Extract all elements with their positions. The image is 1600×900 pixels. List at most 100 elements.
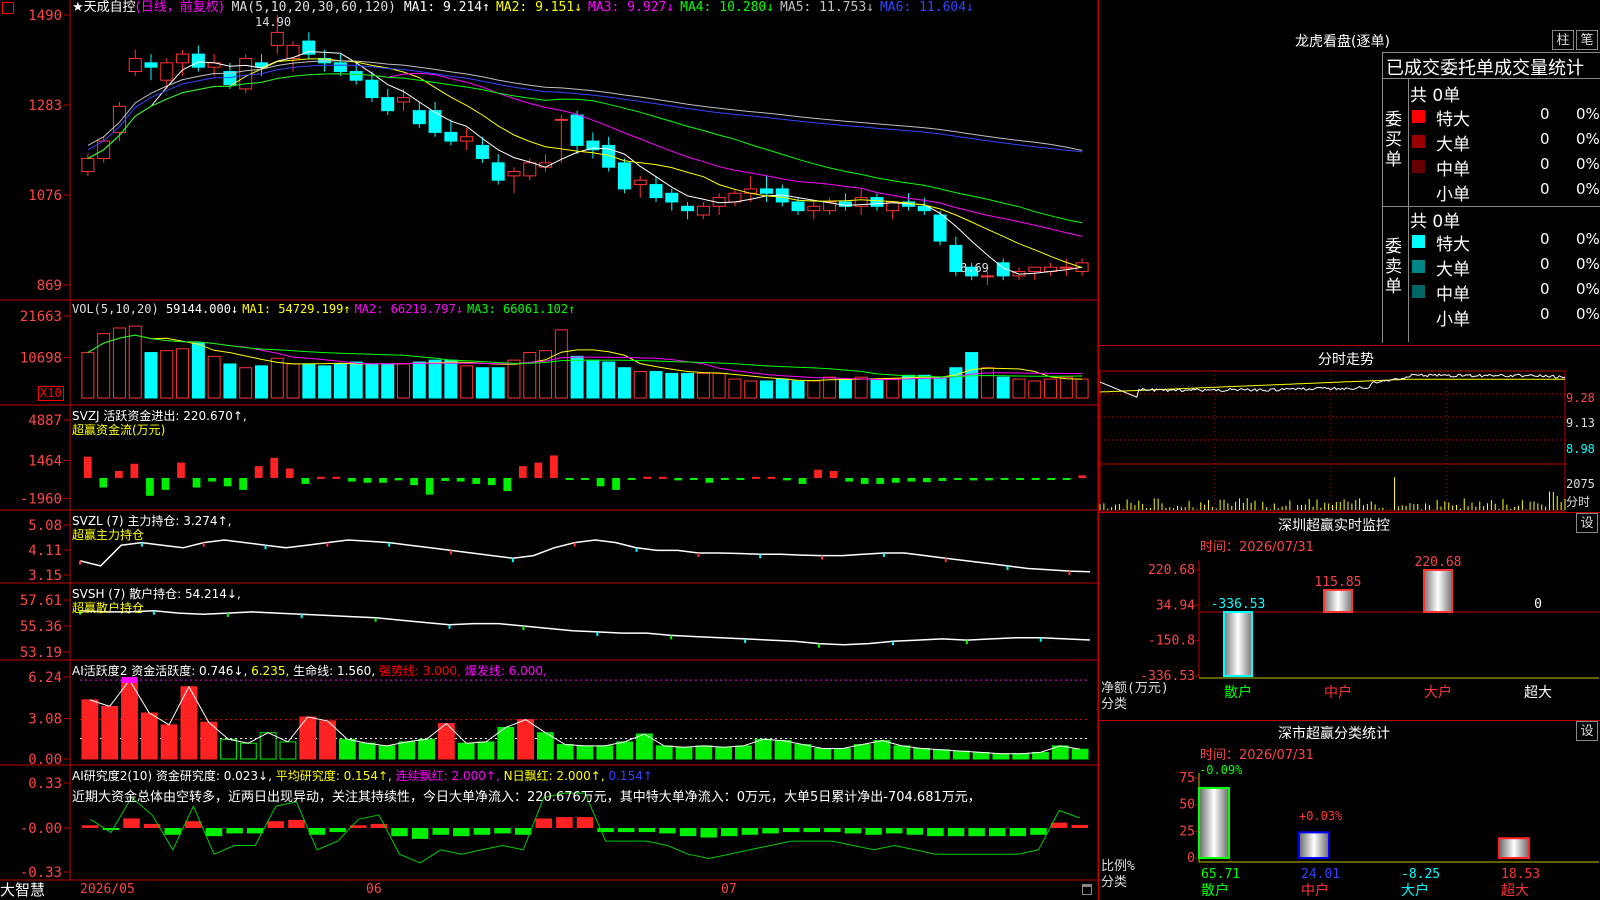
svzj-bar xyxy=(985,478,993,481)
volume-bar xyxy=(1012,378,1026,399)
svzj-bar xyxy=(208,478,216,482)
ai2-bar xyxy=(617,828,635,833)
volume-bar xyxy=(223,363,237,399)
volume-bar xyxy=(81,352,95,399)
sell-row-swatch-0 xyxy=(1412,235,1425,248)
main-chart-area[interactable]: 1490 1283 1076 869 21663 10698 4887 1464 -1960 5.… xyxy=(0,0,1100,900)
classify-change-0: -0.09% xyxy=(1199,763,1243,777)
ai1-bar xyxy=(457,742,475,760)
volume-bar xyxy=(349,361,363,399)
monitor-axis-label2: 分类 xyxy=(1101,697,1127,712)
ai1-tick-0: 6.24 xyxy=(28,670,62,686)
tick-mode-button[interactable]: 笔 xyxy=(1576,30,1598,50)
sell-row-name-0: 特大 xyxy=(1436,235,1470,255)
ai1-line xyxy=(89,679,1081,755)
ai2-bar xyxy=(885,828,903,834)
ai2-bar xyxy=(267,821,285,828)
svzj-bar xyxy=(814,469,822,478)
ai1-bar xyxy=(398,741,416,760)
svzl-line-dot xyxy=(202,542,205,547)
ai2-bar xyxy=(679,828,697,837)
ai1-bar xyxy=(239,742,257,760)
svzl-line-dot xyxy=(1006,565,1009,570)
ai1-v3: 生命线: 1.560, xyxy=(293,664,376,678)
svzl-line-dot xyxy=(573,542,576,547)
ai2-bar xyxy=(659,828,676,834)
svzj-bar xyxy=(798,478,807,484)
svzj-bar xyxy=(581,478,589,480)
monitor-chart[interactable]: 220.6834.94-150.8-336.53净额(万元)分类-336.53散… xyxy=(1099,550,1600,720)
volume-bar xyxy=(870,378,884,399)
svzj-bar xyxy=(829,470,838,478)
svzj-bar xyxy=(891,478,900,483)
svzj-bar xyxy=(1031,478,1040,480)
volume-bar xyxy=(854,376,868,399)
svzj-bar xyxy=(379,478,387,483)
buy-row-name-3: 小单 xyxy=(1436,185,1470,205)
classify-bar-1 xyxy=(1298,831,1330,860)
ai2-bar xyxy=(1030,828,1047,835)
corner-box[interactable] xyxy=(2,2,14,14)
candle-body xyxy=(365,79,379,99)
ai1-bar xyxy=(220,738,237,760)
ai1-bar xyxy=(952,750,970,760)
svzj-bar xyxy=(689,478,698,480)
period-label[interactable]: (日线，前复权) xyxy=(136,0,224,15)
brand-logo[interactable]: 大智慧 xyxy=(0,880,45,900)
svzj-bar xyxy=(907,478,916,482)
svsh-line-dot xyxy=(818,643,821,648)
monitor-bar-2 xyxy=(1423,569,1453,613)
date-label-2: 07 xyxy=(721,882,737,897)
svzj-bar xyxy=(503,478,512,492)
ai2-bar xyxy=(927,828,944,837)
classify-axis-label2: 分类 xyxy=(1101,875,1127,890)
candle-body xyxy=(633,179,647,186)
volume-bar xyxy=(144,352,158,399)
ai1-bar xyxy=(655,745,673,760)
lock-icon[interactable] xyxy=(1082,884,1092,895)
divider xyxy=(1099,512,1600,513)
ai2-bar xyxy=(844,828,862,834)
ai2-bar xyxy=(185,821,202,828)
sell-row-percent-2: 0% xyxy=(1576,280,1600,298)
volume-bar xyxy=(523,352,537,399)
volume-bar xyxy=(1059,376,1073,399)
monitor-settings-button[interactable]: 设 xyxy=(1576,513,1598,533)
ai1-bar xyxy=(992,753,1010,760)
intraday-chart[interactable] xyxy=(1099,370,1600,512)
volume-bar xyxy=(665,372,679,399)
dragon-title: 龙虎看盘(逐单) xyxy=(1295,34,1390,50)
svzj-bar xyxy=(1000,478,1009,480)
svsh-sub: 超赢散户持仓 xyxy=(72,601,145,615)
volume-bar xyxy=(475,367,489,399)
sell-row-percent-3: 0% xyxy=(1576,305,1600,323)
buy-row-percent-3: 0% xyxy=(1576,180,1600,198)
volume-bar xyxy=(254,365,268,399)
volume-bar xyxy=(1044,378,1058,399)
sell-row-name-3: 小单 xyxy=(1436,310,1470,330)
ma-value-6: MA6: 11.604↓ xyxy=(879,0,974,15)
stock-title[interactable]: ★天成自控 xyxy=(72,0,136,15)
ai2-bar xyxy=(246,828,264,834)
classify-chart[interactable]: 75 50 25 0 比例%分类 65.71散户 24.01中户 -8.25大户 18.53超大… xyxy=(1099,758,1600,900)
monitor-value-1: 115.85 xyxy=(1315,575,1362,590)
price-tick-0: 1490 xyxy=(28,8,62,24)
ai1-bars xyxy=(80,677,1090,760)
classify-settings-button[interactable]: 设 xyxy=(1576,721,1598,741)
ai2-bar xyxy=(865,828,882,835)
classify-cat-1: 中户 xyxy=(1301,882,1329,899)
volume-bar xyxy=(570,355,584,399)
ai2-bar xyxy=(556,817,573,828)
svzj-bar xyxy=(938,478,947,481)
ai2-bar xyxy=(473,828,491,835)
candle-body xyxy=(1059,266,1073,269)
sell-row-value-2: 0 xyxy=(1540,280,1550,298)
ai2-bar xyxy=(391,828,408,837)
bar-mode-button[interactable]: 柱 xyxy=(1552,30,1574,50)
candle-body xyxy=(617,162,631,190)
ma-line xyxy=(87,73,1083,224)
monitor-cat-1: 中户 xyxy=(1324,684,1352,701)
vol-ma-2: MA2: 66219.797↓ xyxy=(354,302,463,316)
svzj-bar xyxy=(783,478,791,481)
svzl-line-dot xyxy=(264,545,267,550)
